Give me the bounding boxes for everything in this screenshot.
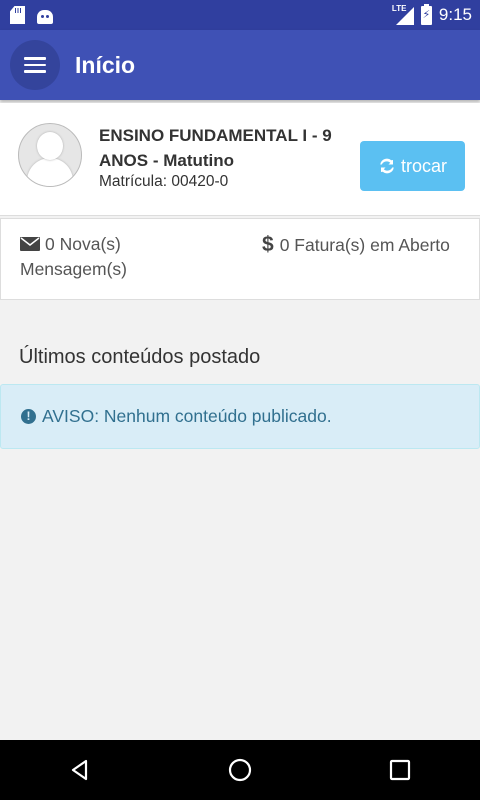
profile-card: ENSINO FUNDAMENTAL I - 9 ANOS - Matutino… [0, 103, 480, 216]
android-icon [37, 9, 53, 24]
page-title: Início [75, 51, 136, 78]
lte-signal-icon: LTE [392, 4, 414, 25]
clock: 9:15 [438, 5, 472, 24]
battery-charging-icon [420, 3, 432, 25]
invoices-summary[interactable]: $0 Fatura(s) em Aberto [259, 232, 459, 258]
summary-panel: 0 Nova(s) Mensagem(s) $0 Fatura(s) em Ab… [0, 218, 480, 300]
back-icon[interactable] [50, 740, 110, 800]
avatar [18, 123, 82, 187]
enrollment-number: Matrícula: 00420-0 [99, 173, 229, 190]
invoices-count-text: 0 Fatura(s) em Aberto [279, 235, 450, 255]
home-icon[interactable] [210, 740, 270, 800]
screen: LTE 9:15 Início ENSINO FUNDAMENTAL I - 9… [0, 0, 480, 800]
section-title: Últimos conteúdos postado [19, 346, 261, 368]
recents-icon[interactable] [370, 740, 430, 800]
alert-text: AVISO: Nenhum conteúdo publicado. [42, 406, 332, 426]
app-bar: Início [0, 30, 480, 100]
info-alert: ! AVISO: Nenhum conteúdo publicado. [0, 384, 480, 449]
messages-summary[interactable]: 0 Nova(s) Mensagem(s) [20, 232, 220, 282]
status-bar: LTE 9:15 [0, 0, 480, 30]
dollar-icon: $ [262, 233, 274, 256]
swap-student-button[interactable]: trocar [360, 141, 465, 191]
sd-card-icon [10, 6, 25, 24]
envelope-icon [20, 237, 40, 251]
swap-button-label: trocar [400, 155, 447, 176]
info-icon: ! [21, 409, 36, 424]
course-name: ENSINO FUNDAMENTAL I - 9 ANOS - Matutino [99, 126, 332, 170]
hamburger-menu-icon[interactable] [10, 40, 60, 90]
navigation-bar [0, 740, 480, 800]
refresh-icon [380, 158, 394, 174]
